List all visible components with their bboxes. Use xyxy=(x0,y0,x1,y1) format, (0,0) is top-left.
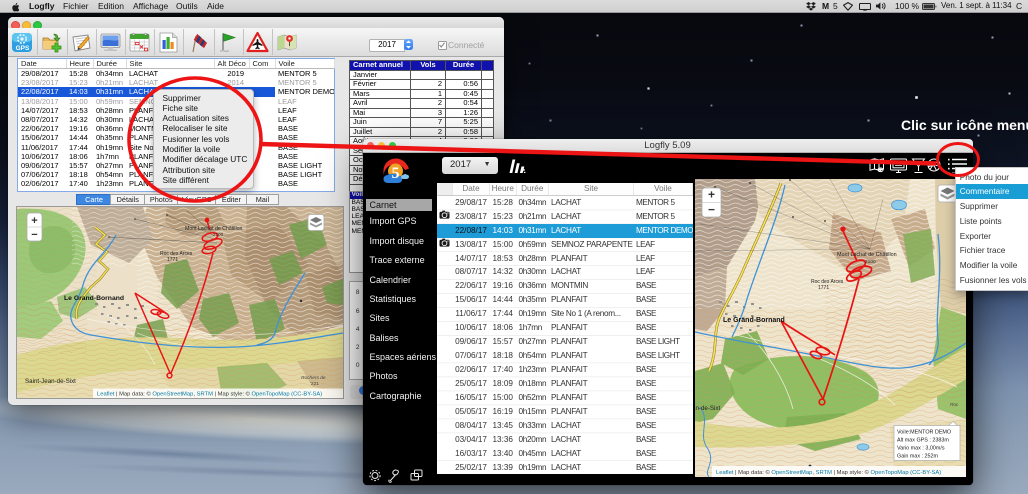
svg-text:Le Grand-Bornand: Le Grand-Bornand xyxy=(723,317,785,324)
svg-text:an-de-Sixt: an-de-Sixt xyxy=(695,405,720,412)
svg-text:'221: '221 xyxy=(310,381,319,387)
svg-text:2100: 2100 xyxy=(865,259,876,265)
svg-text:Le Grand-Bornand: Le Grand-Bornand xyxy=(64,295,124,302)
svg-text:Rochers de: Rochers de xyxy=(301,375,326,381)
svg-text:−: − xyxy=(708,203,715,217)
svg-text:Saint-Jean-de-Sixt: Saint-Jean-de-Sixt xyxy=(25,378,76,385)
svg-text:1771: 1771 xyxy=(818,285,829,291)
svg-text:+: + xyxy=(31,215,37,227)
svg-text:−: − xyxy=(31,229,37,241)
svg-text:Voile:MENTOR DEMO: Voile:MENTOR DEMO xyxy=(897,430,951,436)
svg-text:5: 5 xyxy=(391,165,399,182)
svg-text:Mont Lachat de Châtillon: Mont Lachat de Châtillon xyxy=(837,252,897,258)
svg-text:Alt max GPS : 2383m: Alt max GPS : 2383m xyxy=(897,438,949,444)
svg-text:GPS: GPS xyxy=(16,45,30,52)
svg-text:Leaflet | Map data: © OpenStre: Leaflet | Map data: © OpenStreetMap, SRT… xyxy=(716,469,941,476)
svg-text:Vario max : 3,00m/s: Vario max : 3,00m/s xyxy=(897,446,945,452)
svg-text:Roc: Roc xyxy=(950,402,959,407)
svg-text:1771: 1771 xyxy=(167,257,178,263)
svg-text:Gain max : 252m: Gain max : 252m xyxy=(897,454,939,460)
svg-text:+: + xyxy=(708,188,715,202)
svg-text:Leaflet | Map data: © OpenStre: Leaflet | Map data: © OpenStreetMap, SRT… xyxy=(97,391,322,398)
svg-text:2100: 2100 xyxy=(213,232,224,237)
